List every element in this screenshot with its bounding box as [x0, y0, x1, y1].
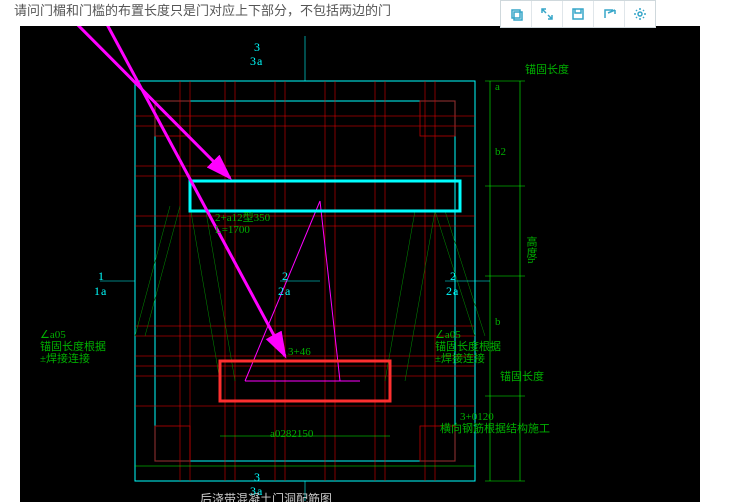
- copy-button[interactable]: [501, 1, 532, 27]
- screenshot-root: 请问门楣和门槛的布置长度只是门对应上下部分，不包括两边的门 柱的外边开始？: [0, 0, 742, 502]
- dim-right-a: 2: [450, 269, 457, 284]
- dim-left-a: 1: [98, 269, 105, 284]
- note-br1: 锚固长度: [500, 371, 544, 383]
- dim-bot-a: 3: [254, 470, 261, 485]
- dim-rebar: 3+46: [288, 346, 311, 358]
- share-button[interactable]: [594, 1, 625, 27]
- gear-icon: [633, 7, 647, 21]
- copy-icon: [509, 7, 523, 21]
- dim-top-b: 3a: [250, 54, 263, 69]
- question-left: 请问门楣和门槛的布置长度只是门对应上下部分，不包括两边的门: [14, 3, 391, 18]
- note-br2: 3+0120: [460, 411, 494, 423]
- note-top-right: 锚固长度: [525, 64, 569, 76]
- expand-button[interactable]: [532, 1, 563, 27]
- dim-r2: b2: [495, 146, 506, 158]
- dim-r4: b: [495, 316, 501, 328]
- dim-r3: 高度h: [525, 236, 537, 264]
- image-toolbar: [500, 0, 656, 28]
- drawing-caption: 后浇带混凝土门洞配筋图: [200, 490, 332, 502]
- note-left-g2: 锚固长度根据: [40, 341, 106, 353]
- dim-right-b: 2a: [446, 284, 459, 299]
- share-icon: [602, 7, 616, 21]
- note-bar-top2: L=1700: [215, 224, 250, 236]
- note-br3: 横向钢筋根据结构施工: [440, 423, 550, 435]
- note-left-g1: ∠a05: [40, 329, 66, 341]
- dim-mid-b: 2a: [278, 284, 291, 299]
- settings-button[interactable]: [625, 1, 655, 27]
- dim-bot-len: a0282150: [270, 428, 313, 440]
- note-bar-top: 2+a12型350: [215, 212, 270, 224]
- dim-mid-a: 2: [282, 269, 289, 284]
- cad-drawing: 3 3a 3 3a 1 1a 2 2a 2 2a a b2 高度h b 锚固长度…: [20, 26, 700, 502]
- expand-icon: [540, 7, 554, 21]
- note-left-g3: ±焊接连接: [40, 353, 90, 365]
- note-right-g2: 锚固长度根据: [435, 341, 501, 353]
- note-right-g3: ±焊接连接: [435, 353, 485, 365]
- cad-svg: [20, 26, 700, 502]
- save-icon: [571, 7, 585, 21]
- dim-top-a: 3: [254, 40, 261, 55]
- note-right-g1: ∠a05: [435, 329, 461, 341]
- dim-r1: a: [495, 81, 500, 93]
- dim-left-b: 1a: [94, 284, 107, 299]
- save-button[interactable]: [563, 1, 594, 27]
